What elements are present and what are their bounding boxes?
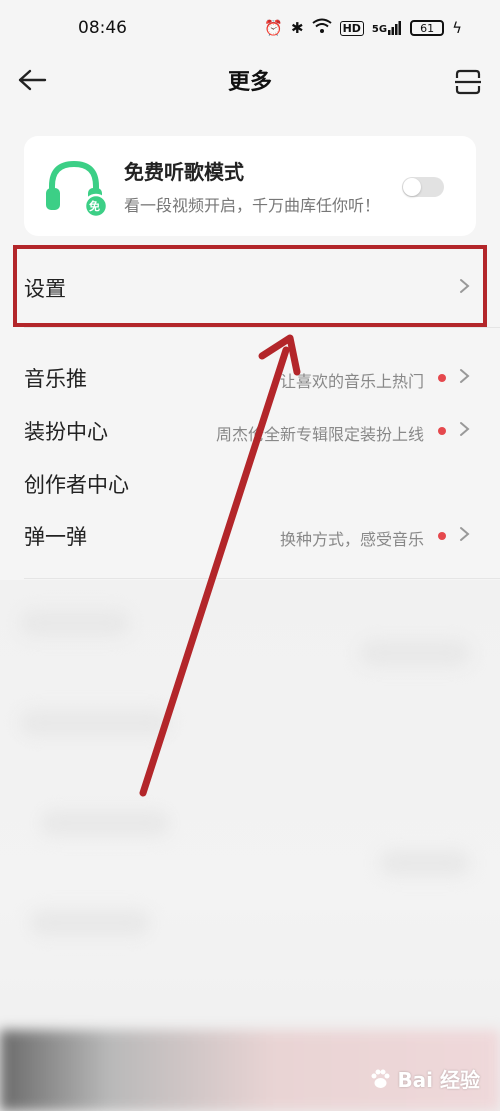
battery-level: 61: [420, 21, 435, 35]
divider: [24, 578, 500, 579]
free-listen-card[interactable]: 免 免费听歌模式 看一段视频开启，千万曲库任你听！: [24, 136, 476, 236]
menu-item-label: 设置: [24, 277, 66, 301]
wifi-icon: [311, 18, 332, 38]
menu-item-label: 音乐推: [24, 367, 87, 391]
notification-dot: [438, 532, 446, 540]
menu-item-hint: 让喜欢的音乐上热门: [279, 372, 424, 391]
menu-item-hint: 周杰伦全新专辑限定装扮上线: [215, 425, 424, 444]
toggle-knob: [403, 178, 421, 196]
bluetooth-icon: ✱: [291, 19, 304, 37]
status-bar: 08:46 ⏰ ✱ HD 5G 61 ϟ: [0, 0, 500, 56]
menu-item-label: 装扮中心: [24, 420, 108, 444]
menu-item-label: 创作者中心: [24, 473, 129, 497]
battery-icon: 61: [410, 20, 445, 36]
blurred-placeholder: [40, 810, 170, 836]
menu-item-music-promote[interactable]: 音乐推 让喜欢的音乐上热门: [0, 350, 500, 402]
menu-item-label: 弹一弹: [24, 525, 87, 549]
paw-icon: [371, 1069, 390, 1088]
baidu-watermark: Bai 经验: [369, 1064, 480, 1093]
status-time: 08:46: [78, 18, 127, 38]
free-badge: 免: [89, 200, 100, 213]
chevron-right-icon: [460, 369, 470, 383]
menu-item-dress-center[interactable]: 装扮中心 周杰伦全新专辑限定装扮上线: [0, 403, 500, 455]
hd-icon: HD: [339, 20, 364, 36]
menu-item-settings[interactable]: 设置: [0, 260, 500, 312]
status-icons: ⏰ ✱ HD 5G 61 ϟ: [264, 18, 462, 38]
watermark-text: Bai 经验: [397, 1068, 480, 1092]
chevron-right-icon: [460, 527, 470, 541]
blurred-placeholder: [20, 710, 170, 736]
blurred-placeholder: [380, 850, 470, 876]
free-mode-description: 看一段视频开启，千万曲库任你听！: [124, 196, 381, 215]
chevron-right-icon: [460, 279, 470, 293]
alarm-icon: ⏰: [264, 19, 283, 37]
chevron-right-icon: [460, 422, 470, 436]
charging-icon: ϟ: [452, 19, 462, 37]
headphone-icon: 免: [44, 158, 109, 219]
free-mode-toggle[interactable]: [402, 177, 444, 197]
notification-dot: [438, 374, 446, 382]
scan-icon: [455, 69, 481, 95]
notification-dot: [438, 427, 446, 435]
free-mode-title: 免费听歌模式: [124, 160, 244, 184]
menu-item-hint: 换种方式，感受音乐: [279, 530, 424, 549]
menu-item-creator-center[interactable]: 创作者中心: [0, 456, 500, 508]
page-title: 更多: [227, 70, 272, 95]
network-type: 5G: [371, 24, 388, 35]
blurred-placeholder: [360, 640, 470, 666]
divider: [24, 327, 500, 328]
header: 更多: [0, 56, 500, 106]
scan-button[interactable]: [450, 62, 486, 102]
blurred-placeholder: [20, 610, 130, 636]
signal-icon: 5G: [372, 21, 402, 35]
blurred-placeholder: [30, 910, 150, 936]
menu-item-play-piano[interactable]: 弹一弹 换种方式，感受音乐: [0, 508, 500, 560]
